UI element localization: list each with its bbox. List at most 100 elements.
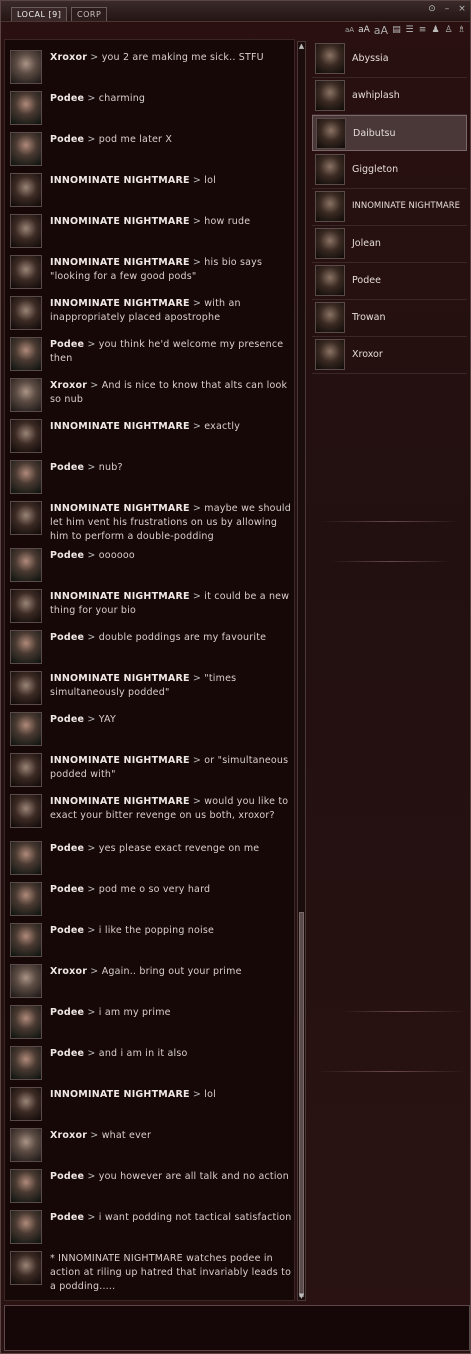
member-item[interactable]: Trowan bbox=[312, 300, 467, 337]
close-icon[interactable]: × bbox=[457, 4, 467, 14]
separator: > bbox=[84, 550, 99, 561]
speaker-name[interactable]: Xroxor bbox=[50, 52, 87, 63]
speaker-name[interactable]: Xroxor bbox=[50, 1130, 87, 1141]
speaker-portrait[interactable] bbox=[10, 753, 42, 787]
compact-view-icon[interactable]: ≡ bbox=[418, 25, 427, 35]
member-item[interactable]: INNOMINATE NIGHTMARE bbox=[312, 189, 467, 226]
member-item[interactable]: Giggleton bbox=[312, 152, 467, 189]
speaker-name[interactable]: Podee bbox=[50, 843, 84, 854]
chat-messages[interactable]: Xroxor > you 2 are making me sick.. STFU… bbox=[4, 39, 295, 1301]
title-bar: LOCAL [9] CORP ⊙ – × bbox=[1, 1, 470, 22]
speaker-name[interactable]: INNOMINATE NIGHTMARE bbox=[50, 175, 190, 186]
member-item[interactable]: Jolean bbox=[312, 226, 467, 263]
speaker-portrait[interactable] bbox=[10, 1046, 42, 1080]
speaker-name[interactable]: INNOMINATE NIGHTMARE bbox=[50, 755, 190, 766]
member-item[interactable]: Xroxor bbox=[312, 337, 467, 374]
member-item[interactable]: Podee bbox=[312, 263, 467, 300]
speaker-portrait[interactable] bbox=[10, 548, 42, 582]
speaker-name[interactable]: Podee bbox=[50, 1171, 84, 1182]
speaker-portrait[interactable] bbox=[10, 1005, 42, 1039]
scroll-up-icon[interactable]: ▲ bbox=[298, 42, 305, 50]
speaker-portrait[interactable] bbox=[10, 794, 42, 828]
speaker-portrait[interactable] bbox=[10, 378, 42, 412]
speaker-portrait[interactable] bbox=[10, 964, 42, 998]
speaker-portrait[interactable] bbox=[10, 1169, 42, 1203]
message-body: and i am in it also bbox=[98, 1048, 188, 1059]
speaker-portrait[interactable] bbox=[10, 91, 42, 125]
tab-local[interactable]: LOCAL [9] bbox=[11, 7, 68, 21]
speaker-name[interactable]: Podee bbox=[50, 134, 84, 145]
separator: > bbox=[189, 216, 205, 227]
font-size-small-button[interactable]: aA bbox=[345, 26, 354, 34]
member-item[interactable]: awhiplash bbox=[312, 78, 467, 115]
speaker-portrait[interactable] bbox=[10, 1251, 42, 1285]
speaker-name[interactable]: INNOMINATE NIGHTMARE bbox=[50, 591, 190, 602]
speaker-portrait[interactable] bbox=[10, 882, 42, 916]
speaker-portrait[interactable] bbox=[10, 173, 42, 207]
list-view-icon[interactable]: ☰ bbox=[405, 25, 414, 35]
separator: > bbox=[84, 1007, 99, 1018]
speaker-portrait[interactable] bbox=[10, 1210, 42, 1244]
speaker-portrait[interactable] bbox=[10, 337, 42, 371]
speaker-name[interactable]: Podee bbox=[50, 884, 84, 895]
speaker-portrait[interactable] bbox=[10, 296, 42, 330]
speaker-portrait[interactable] bbox=[10, 50, 42, 84]
speaker-name[interactable]: INNOMINATE NIGHTMARE bbox=[50, 257, 190, 268]
speaker-name[interactable]: INNOMINATE NIGHTMARE bbox=[50, 673, 190, 684]
speaker-portrait[interactable] bbox=[10, 671, 42, 705]
speaker-portrait[interactable] bbox=[10, 1128, 42, 1162]
speaker-portrait[interactable] bbox=[10, 1087, 42, 1121]
font-size-medium-button[interactable]: aA bbox=[358, 25, 370, 35]
settings-icon[interactable]: ⊙ bbox=[427, 4, 437, 14]
speaker-name[interactable]: Podee bbox=[50, 93, 84, 104]
speaker-portrait[interactable] bbox=[10, 132, 42, 166]
message-text: INNOMINATE NIGHTMARE > "times simultaneo… bbox=[50, 672, 292, 700]
member-item[interactable]: Daibutsu bbox=[312, 115, 467, 151]
minimize-icon[interactable]: – bbox=[442, 4, 452, 14]
speaker-portrait[interactable] bbox=[10, 923, 42, 957]
font-size-large-button[interactable]: aA bbox=[374, 24, 388, 37]
member-icon[interactable]: ♟ bbox=[431, 25, 440, 35]
chat-scrollbar[interactable]: ▲ ▼ bbox=[297, 41, 306, 1301]
speaker-name[interactable]: Xroxor bbox=[50, 380, 87, 391]
speaker-portrait[interactable] bbox=[10, 214, 42, 248]
speaker-portrait[interactable] bbox=[10, 419, 42, 453]
tab-corp[interactable]: CORP bbox=[71, 7, 108, 21]
speaker-name[interactable]: Xroxor bbox=[50, 966, 87, 977]
speaker-name[interactable]: Podee bbox=[50, 462, 84, 473]
separator: > bbox=[84, 339, 99, 350]
speaker-name[interactable]: Podee bbox=[50, 550, 84, 561]
detail-view-icon[interactable]: ▤ bbox=[392, 25, 401, 35]
background-streak bbox=[321, 521, 461, 522]
scroll-down-icon[interactable]: ▼ bbox=[298, 1292, 305, 1300]
message-text: Podee > pod me later X bbox=[50, 133, 292, 147]
speaker-portrait[interactable] bbox=[10, 589, 42, 623]
speaker-portrait[interactable] bbox=[10, 255, 42, 289]
speaker-name[interactable]: INNOMINATE NIGHTMARE bbox=[50, 796, 190, 807]
speaker-name[interactable]: Podee bbox=[50, 1007, 84, 1018]
speaker-name[interactable]: INNOMINATE NIGHTMARE bbox=[50, 216, 190, 227]
message-text: INNOMINATE NIGHTMARE > or "simultaneous … bbox=[50, 754, 292, 782]
speaker-name[interactable]: Podee bbox=[50, 339, 84, 350]
speaker-name[interactable]: Podee bbox=[50, 1048, 84, 1059]
speaker-name[interactable]: Podee bbox=[50, 1212, 84, 1223]
speaker-name[interactable]: Podee bbox=[50, 714, 84, 725]
speaker-name[interactable]: INNOMINATE NIGHTMARE bbox=[50, 1089, 190, 1100]
member-item[interactable]: Abyssia bbox=[312, 41, 467, 78]
speaker-portrait[interactable] bbox=[10, 841, 42, 875]
speaker-name[interactable]: Podee bbox=[50, 632, 84, 643]
scroll-thumb[interactable] bbox=[299, 912, 304, 1297]
members-icon[interactable]: ♗ bbox=[457, 25, 466, 35]
speaker-name[interactable]: INNOMINATE NIGHTMARE bbox=[50, 421, 190, 432]
speaker-portrait[interactable] bbox=[10, 630, 42, 664]
chat-input[interactable] bbox=[4, 1305, 470, 1351]
speaker-portrait[interactable] bbox=[10, 501, 42, 535]
portrait-icon[interactable]: ♙ bbox=[444, 25, 453, 35]
speaker-name[interactable]: INNOMINATE NIGHTMARE bbox=[50, 503, 190, 514]
speaker-portrait[interactable] bbox=[10, 460, 42, 494]
separator: > bbox=[84, 925, 99, 936]
speaker-portrait[interactable] bbox=[10, 712, 42, 746]
speaker-name[interactable]: INNOMINATE NIGHTMARE bbox=[50, 298, 190, 309]
separator: > bbox=[84, 1048, 99, 1059]
speaker-name[interactable]: Podee bbox=[50, 925, 84, 936]
